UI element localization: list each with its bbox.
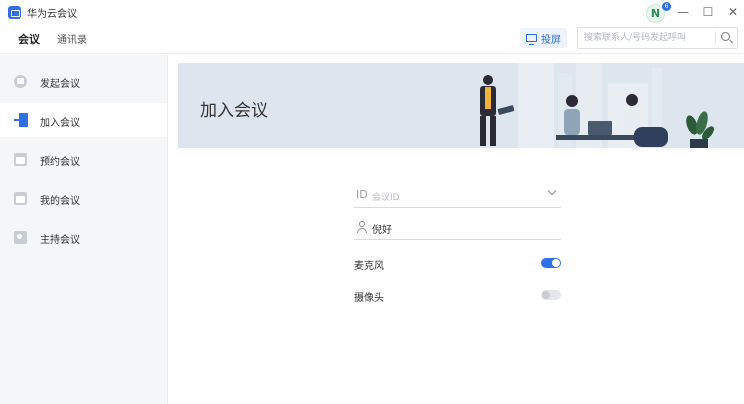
tab-contacts[interactable]: 通讯录 bbox=[57, 31, 87, 46]
sidebar-item-my-meetings[interactable]: 我的会议 bbox=[0, 181, 167, 215]
maximize-button[interactable]: ☐ bbox=[699, 3, 717, 21]
search-divider bbox=[715, 31, 716, 45]
screen-cast-icon bbox=[526, 34, 537, 45]
top-nav: 会议 通讯录 投屏 bbox=[0, 26, 744, 54]
search-input[interactable] bbox=[584, 31, 712, 45]
user-icon bbox=[357, 221, 367, 233]
meeting-id-input[interactable]: 会议ID bbox=[372, 190, 532, 203]
id-prefix-label: ID bbox=[356, 188, 368, 201]
sidebar-item-label: 发起会议 bbox=[40, 79, 80, 90]
sidebar-item-label: 主持会议 bbox=[40, 235, 80, 246]
search-box bbox=[577, 27, 738, 49]
sidebar-item-label: 预约会议 bbox=[40, 157, 80, 168]
display-name-input[interactable]: 倪好 bbox=[372, 221, 392, 236]
meeting-illustration bbox=[480, 63, 714, 148]
banner: 加入会议 bbox=[178, 63, 744, 148]
my-meetings-icon bbox=[14, 191, 27, 205]
search-icon[interactable] bbox=[721, 32, 730, 41]
cast-label: 投屏 bbox=[541, 34, 561, 46]
standing-person-icon bbox=[480, 75, 515, 146]
microphone-row: 麦克风 bbox=[354, 254, 561, 274]
display-name-field[interactable]: 倪好 bbox=[354, 212, 561, 240]
host-meeting-icon bbox=[14, 230, 27, 244]
join-meeting-icon bbox=[14, 113, 28, 127]
sidebar-item-host-meeting[interactable]: 主持会议 bbox=[0, 220, 167, 254]
camera-label: 摄像头 bbox=[354, 293, 384, 304]
microphone-toggle[interactable] bbox=[541, 258, 561, 268]
sidebar: 发起会议 加入会议 预约会议 我的会议 主持会议 bbox=[0, 55, 168, 404]
sidebar-item-schedule-meeting[interactable]: 预约会议 bbox=[0, 142, 167, 176]
page-title: 加入会议 bbox=[200, 101, 268, 121]
meeting-id-field[interactable]: ID 会议ID bbox=[354, 180, 561, 208]
sidebar-item-start-meeting[interactable]: 发起会议 bbox=[0, 64, 167, 98]
cast-button[interactable]: 投屏 bbox=[520, 28, 567, 48]
notification-badge: 6 bbox=[662, 2, 671, 11]
seated-person-icon bbox=[564, 95, 580, 135]
title-bar: 华为云会议 N 6 — ☐ ✕ bbox=[0, 0, 744, 26]
minimize-button[interactable]: — bbox=[674, 3, 692, 21]
schedule-meeting-icon bbox=[14, 152, 27, 166]
camera-row: 摄像头 bbox=[354, 286, 561, 306]
app-title: 华为云会议 bbox=[27, 9, 77, 20]
sidebar-item-join-meeting[interactable]: 加入会议 bbox=[0, 103, 167, 137]
plant-icon bbox=[686, 111, 714, 148]
seated-person-icon bbox=[624, 94, 640, 134]
microphone-label: 麦克风 bbox=[354, 261, 384, 272]
chevron-down-icon[interactable] bbox=[547, 186, 557, 196]
sidebar-item-label: 加入会议 bbox=[40, 118, 80, 129]
start-meeting-icon bbox=[14, 74, 27, 88]
tab-meetings[interactable]: 会议 bbox=[18, 31, 40, 47]
sidebar-item-label: 我的会议 bbox=[40, 196, 80, 207]
camera-toggle[interactable] bbox=[541, 290, 561, 300]
close-button[interactable]: ✕ bbox=[724, 3, 742, 21]
app-logo-icon bbox=[8, 6, 21, 19]
